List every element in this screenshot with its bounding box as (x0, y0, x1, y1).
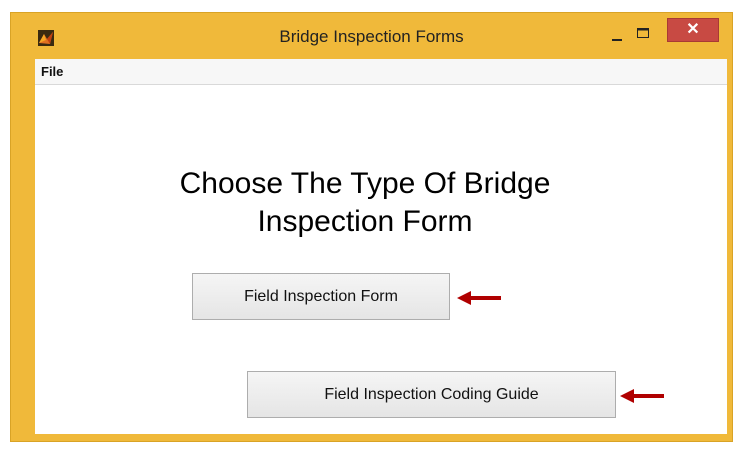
client-area: Choose The Type Of Bridge Inspection For… (35, 85, 727, 434)
menu-bar: File (35, 59, 727, 85)
menu-item-file[interactable]: File (41, 64, 63, 79)
title-bar[interactable]: Bridge Inspection Forms ✕ (11, 13, 732, 57)
close-button[interactable]: ✕ (667, 18, 719, 42)
app-window: Bridge Inspection Forms ✕ File Choose Th… (10, 12, 733, 442)
field-inspection-form-button[interactable]: Field Inspection Form (192, 273, 450, 320)
field-inspection-coding-guide-button[interactable]: Field Inspection Coding Guide (247, 371, 616, 418)
page-title-line-2: Inspection Form (257, 205, 473, 238)
maximize-button[interactable] (631, 23, 655, 43)
page-title: Choose The Type Of Bridge Inspection For… (115, 165, 615, 241)
page-title-line-1: Choose The Type Of Bridge (179, 167, 551, 200)
close-icon: ✕ (686, 21, 700, 38)
arrow-left-icon (457, 290, 503, 306)
arrow-left-icon (620, 388, 666, 404)
minimize-button[interactable] (605, 25, 629, 45)
